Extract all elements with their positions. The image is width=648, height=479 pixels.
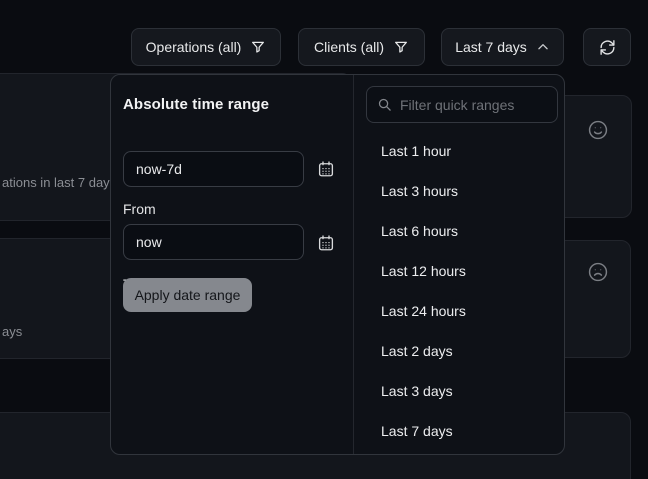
calendar-icon <box>317 234 335 252</box>
clients-filter-button[interactable]: Clients (all) <box>298 28 425 66</box>
to-input[interactable] <box>123 224 304 260</box>
apply-date-range-button[interactable]: Apply date range <box>123 278 252 312</box>
smiley-face-icon <box>587 119 609 141</box>
to-calendar-button[interactable] <box>315 232 337 254</box>
operations-filter-button[interactable]: Operations (all) <box>131 28 281 66</box>
time-range-button[interactable]: Last 7 days <box>441 28 564 66</box>
quick-ranges-section: Last 1 hour Last 3 hours Last 6 hours La… <box>354 75 564 454</box>
quick-range-option[interactable]: Last 24 hours <box>354 291 564 331</box>
stat-card-caption: ays <box>2 324 22 339</box>
quick-range-option[interactable]: Last 7 days <box>354 411 564 451</box>
absolute-time-range-heading: Absolute time range <box>123 96 269 113</box>
from-input[interactable] <box>123 151 304 187</box>
clients-filter-label: Clients (all) <box>314 39 384 55</box>
refresh-button[interactable] <box>583 28 631 66</box>
refresh-icon <box>599 39 616 56</box>
quick-range-option[interactable]: Last 6 hours <box>354 211 564 251</box>
stat-card-caption: ations in last 7 days <box>2 175 116 190</box>
operations-filter-label: Operations (all) <box>146 39 242 55</box>
quick-range-option[interactable]: Last 1 hour <box>354 131 564 171</box>
from-calendar-button[interactable] <box>315 158 337 180</box>
calendar-icon <box>317 160 335 178</box>
filter-funnel-icon <box>393 39 409 55</box>
filter-quick-ranges-input[interactable] <box>400 97 547 113</box>
quick-range-option[interactable]: Last 2 days <box>354 331 564 371</box>
frowny-face-icon <box>587 261 609 283</box>
time-range-label: Last 7 days <box>455 39 527 55</box>
from-label: From <box>123 201 156 217</box>
quick-range-search[interactable] <box>366 86 558 123</box>
quick-range-list: Last 1 hour Last 3 hours Last 6 hours La… <box>354 131 564 451</box>
absolute-time-range-section: Absolute time range From To <box>111 75 354 454</box>
time-range-picker-panel: Absolute time range From To <box>110 74 565 455</box>
search-icon <box>377 97 392 112</box>
chevron-up-icon <box>536 40 550 54</box>
quick-range-option[interactable]: Last 3 days <box>354 371 564 411</box>
app-screen: ations in last 7 days ays Operations <box>0 0 648 479</box>
filter-funnel-icon <box>250 39 266 55</box>
quick-range-option[interactable]: Last 3 hours <box>354 171 564 211</box>
quick-range-option[interactable]: Last 12 hours <box>354 251 564 291</box>
